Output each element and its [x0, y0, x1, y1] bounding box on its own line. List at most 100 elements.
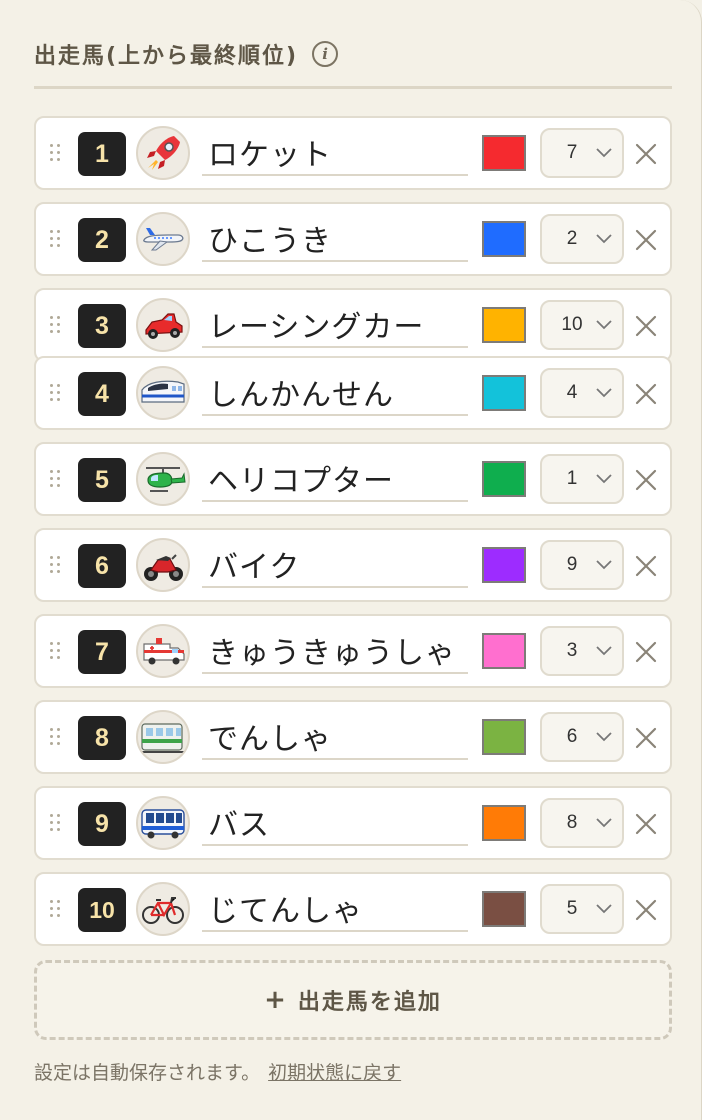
close-icon[interactable]	[634, 898, 658, 922]
entry-name-input[interactable]	[202, 216, 468, 262]
close-icon[interactable]	[634, 640, 658, 664]
airplane-icon	[136, 212, 190, 266]
color-swatch[interactable]	[482, 805, 526, 841]
add-entry-button[interactable]: + 出走馬を追加	[34, 960, 672, 1040]
helicopter-icon	[136, 452, 190, 506]
rank-badge: 2	[78, 218, 126, 262]
drag-handle-icon[interactable]	[50, 470, 62, 488]
close-icon[interactable]	[634, 314, 658, 338]
rank-badge: 4	[78, 372, 126, 416]
list-item: 4 4	[34, 356, 672, 430]
rocket-icon	[136, 126, 190, 180]
order-select[interactable]: 5	[540, 884, 624, 934]
chevron-down-icon	[596, 560, 612, 570]
color-swatch[interactable]	[482, 633, 526, 669]
list-item: 9 8	[34, 786, 672, 860]
close-icon[interactable]	[634, 554, 658, 578]
autosave-text: 設定は自動保存されます。	[34, 1062, 261, 1084]
order-select[interactable]: 4	[540, 368, 624, 418]
rank-badge: 1	[78, 132, 126, 176]
drag-handle-icon[interactable]	[50, 316, 62, 334]
color-swatch[interactable]	[482, 135, 526, 171]
drag-handle-icon[interactable]	[50, 384, 62, 402]
chevron-down-icon	[596, 646, 612, 656]
rank-badge: 9	[78, 802, 126, 846]
drag-handle-icon[interactable]	[50, 556, 62, 574]
color-swatch[interactable]	[482, 375, 526, 411]
color-swatch[interactable]	[482, 891, 526, 927]
plus-icon: +	[264, 985, 288, 1015]
close-icon[interactable]	[634, 468, 658, 492]
order-select[interactable]: 8	[540, 798, 624, 848]
entry-name-input[interactable]	[202, 456, 468, 502]
chevron-down-icon	[596, 388, 612, 398]
chevron-down-icon	[596, 320, 612, 330]
order-select[interactable]: 3	[540, 626, 624, 676]
list-item: 7 3	[34, 614, 672, 688]
page-title: 出走馬(上から最終順位)	[34, 44, 299, 69]
footer-note: 設定は自動保存されます。 初期状態に戻す	[34, 1058, 401, 1085]
color-swatch[interactable]	[482, 221, 526, 257]
order-select[interactable]: 10	[540, 300, 624, 350]
close-icon[interactable]	[634, 228, 658, 252]
color-swatch[interactable]	[482, 547, 526, 583]
header-divider	[34, 86, 672, 89]
entry-name-input[interactable]	[202, 370, 468, 416]
chevron-down-icon	[596, 234, 612, 244]
drag-handle-icon[interactable]	[50, 230, 62, 248]
rank-badge: 10	[78, 888, 126, 932]
close-icon[interactable]	[634, 726, 658, 750]
train-icon	[136, 710, 190, 764]
chevron-down-icon	[596, 732, 612, 742]
entries-panel: 出走馬(上から最終順位) i 1 7 2 2	[0, 0, 702, 1120]
close-icon[interactable]	[634, 812, 658, 836]
shinkansen-icon	[136, 366, 190, 420]
rank-badge: 3	[78, 304, 126, 348]
order-select[interactable]: 6	[540, 712, 624, 762]
bus-icon	[136, 796, 190, 850]
entry-name-input[interactable]	[202, 542, 468, 588]
reset-defaults-link[interactable]: 初期状態に戻す	[268, 1062, 401, 1084]
add-entry-label: 出走馬を追加	[297, 990, 442, 1015]
drag-handle-icon[interactable]	[50, 144, 62, 162]
chevron-down-icon	[596, 818, 612, 828]
list-item: 8 6	[34, 700, 672, 774]
rank-badge: 6	[78, 544, 126, 588]
color-swatch[interactable]	[482, 719, 526, 755]
rank-badge: 7	[78, 630, 126, 674]
list-item: 1 7	[34, 116, 672, 190]
entry-name-input[interactable]	[202, 714, 468, 760]
order-select[interactable]: 1	[540, 454, 624, 504]
list-item: 2 2	[34, 202, 672, 276]
rank-badge: 8	[78, 716, 126, 760]
color-swatch[interactable]	[482, 461, 526, 497]
close-icon[interactable]	[634, 382, 658, 406]
color-swatch[interactable]	[482, 307, 526, 343]
order-select[interactable]: 7	[540, 128, 624, 178]
drag-handle-icon[interactable]	[50, 642, 62, 660]
entry-name-input[interactable]	[202, 886, 468, 932]
entry-name-input[interactable]	[202, 800, 468, 846]
list-item: 3 10	[34, 288, 672, 362]
rank-badge: 5	[78, 458, 126, 502]
chevron-down-icon	[596, 148, 612, 158]
close-icon[interactable]	[634, 142, 658, 166]
order-select[interactable]: 9	[540, 540, 624, 590]
list-item: 10 5	[34, 872, 672, 946]
info-icon[interactable]: i	[312, 41, 339, 67]
drag-handle-icon[interactable]	[50, 900, 62, 918]
chevron-down-icon	[596, 474, 612, 484]
chevron-down-icon	[596, 904, 612, 914]
list-item: 5 1	[34, 442, 672, 516]
list-item: 6 9	[34, 528, 672, 602]
racing-car-icon	[136, 298, 190, 352]
entry-name-input[interactable]	[202, 130, 468, 176]
entry-name-input[interactable]	[202, 302, 468, 348]
entry-name-input[interactable]	[202, 628, 468, 674]
drag-handle-icon[interactable]	[50, 814, 62, 832]
motorcycle-icon	[136, 538, 190, 592]
order-select[interactable]: 2	[540, 214, 624, 264]
bicycle-icon	[136, 882, 190, 936]
drag-handle-icon[interactable]	[50, 728, 62, 746]
panel-header: 出走馬(上から最終順位) i	[34, 34, 339, 74]
